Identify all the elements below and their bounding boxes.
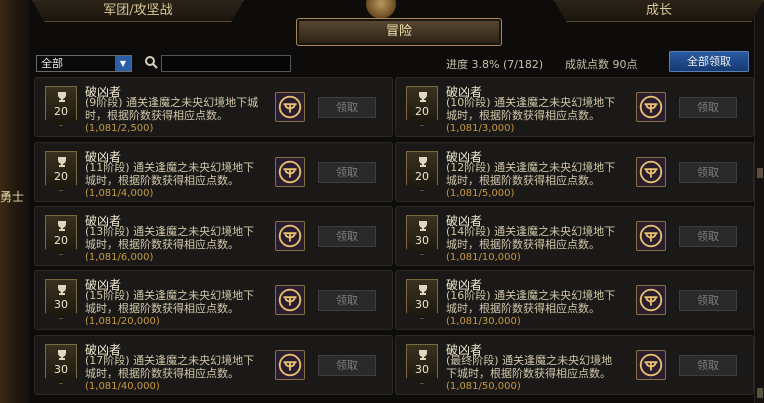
claim-button[interactable]: 领取: [318, 162, 376, 183]
points-value: 30: [415, 298, 429, 311]
search-input[interactable]: [161, 55, 291, 72]
achievement-card: 20 破凶者 (12阶段) 通关逢魔之未央幻境地下城时，根据阶数获得相应点数。 …: [395, 142, 754, 202]
reward-icon[interactable]: [275, 92, 305, 122]
reward-icon[interactable]: [275, 350, 305, 380]
claim-button[interactable]: 领取: [318, 97, 376, 118]
points-value: 20: [415, 105, 429, 118]
trophy-icon: [58, 350, 66, 360]
claim-button[interactable]: 领取: [679, 97, 737, 118]
achievement-card: 20 破凶者 (9阶段) 通关逢魔之未央幻境地下城时，根据阶数获得相应点数。 (…: [34, 77, 393, 137]
search-icon[interactable]: [144, 55, 158, 71]
claim-button[interactable]: 领取: [679, 162, 737, 183]
claim-all-button[interactable]: 全部领取: [669, 51, 749, 72]
scroll-marker: [757, 168, 763, 178]
claim-button[interactable]: 领取: [679, 290, 737, 311]
trophy-icon: [419, 285, 427, 295]
filter-value: 全部: [41, 57, 63, 70]
achievement-card: 20 破凶者 (11阶段) 通关逢魔之未央幻境地下城时，根据阶数获得相应点数。 …: [34, 142, 393, 202]
trophy-icon: [58, 92, 66, 102]
points-badge: 20: [45, 215, 77, 255]
trophy-icon: [419, 157, 427, 167]
achievement-card: 30 破凶者 (最终阶段) 通关逢魔之未央幻境地下城时，根据阶数获得相应点数。 …: [395, 335, 754, 395]
reward-icon[interactable]: [636, 157, 666, 187]
trophy-icon: [58, 157, 66, 167]
points-value: 30: [415, 234, 429, 247]
achievement-description: (11阶段) 通关逢魔之未央幻境地下城时，根据阶数获得相应点数。: [85, 161, 255, 187]
achievement-card: 30 破凶者 (14阶段) 通关逢魔之未央幻境地下城时，根据阶数获得相应点数。 …: [395, 206, 754, 266]
reward-icon[interactable]: [275, 157, 305, 187]
achievement-card: 20 破凶者 (13阶段) 通关逢魔之未央幻境地下城时，根据阶数获得相应点数。 …: [34, 206, 393, 266]
achievement-progress: (1,081/3,000): [446, 123, 515, 134]
points-value: 30: [415, 363, 429, 376]
emblem-icon: [366, 0, 396, 18]
trophy-icon: [58, 221, 66, 231]
points-badge: 30: [406, 279, 438, 319]
achievement-progress: (1,081/40,000): [85, 381, 160, 392]
points-badge: 20: [45, 86, 77, 126]
achievement-card: 30 破凶者 (17阶段) 通关逢魔之未央幻境地下城时，根据阶数获得相应点数。 …: [34, 335, 393, 395]
achievement-card: 30 破凶者 (15阶段) 通关逢魔之未央幻境地下城时，根据阶数获得相应点数。 …: [34, 270, 393, 330]
points-badge: 30: [45, 344, 77, 384]
tab-legion[interactable]: 军团/攻坚战: [32, 0, 244, 22]
points-value: 30: [54, 298, 68, 311]
achievement-card: 30 破凶者 (16阶段) 通关逢魔之未央幻境地下城时，根据阶数获得相应点数。 …: [395, 270, 754, 330]
points-value: 20: [54, 105, 68, 118]
claim-button[interactable]: 领取: [679, 226, 737, 247]
achievement-description: (10阶段) 通关逢魔之未央幻境地下城时，根据阶数获得相应点数。: [446, 96, 616, 122]
achievement-progress: (1,081/5,000): [446, 188, 515, 199]
points-badge: 30: [406, 215, 438, 255]
achievement-progress: (1,081/50,000): [446, 381, 521, 392]
achievement-description: (9阶段) 通关逢魔之未央幻境地下城时，根据阶数获得相应点数。: [85, 96, 259, 122]
progress-text: 进度 3.8% (7/182): [446, 58, 544, 71]
side-text: 勇士: [0, 190, 25, 204]
filter-select[interactable]: 全部 ▼: [36, 55, 132, 72]
trophy-icon: [419, 221, 427, 231]
points-badge: 30: [45, 279, 77, 319]
reward-icon[interactable]: [636, 285, 666, 315]
trophy-icon: [419, 350, 427, 360]
reward-icon[interactable]: [636, 221, 666, 251]
reward-icon[interactable]: [275, 285, 305, 315]
points-badge: 20: [406, 151, 438, 191]
claim-button[interactable]: 领取: [318, 226, 376, 247]
achievement-description: (14阶段) 通关逢魔之未央幻境地下城时，根据阶数获得相应点数。: [446, 225, 616, 251]
chevron-down-icon[interactable]: ▼: [115, 56, 131, 71]
claim-button[interactable]: 领取: [318, 355, 376, 376]
achievement-points: 成就点数 90点: [565, 58, 638, 71]
trophy-icon: [419, 92, 427, 102]
points-value: 20: [54, 170, 68, 183]
achievement-description: (16阶段) 通关逢魔之未央幻境地下城时，根据阶数获得相应点数。: [446, 289, 616, 315]
claim-button[interactable]: 领取: [679, 355, 737, 376]
background-left-edge: 勇士: [0, 0, 30, 403]
achievement-description: (最终阶段) 通关逢魔之未央幻境地下城时，根据阶数获得相应点数。: [446, 354, 613, 380]
scroll-marker: [757, 388, 763, 398]
points-value: 20: [415, 170, 429, 183]
tab-adventure[interactable]: 冒险: [296, 18, 502, 46]
achievement-description: (12阶段) 通关逢魔之未央幻境地下城时，根据阶数获得相应点数。: [446, 161, 616, 187]
achievement-description: (15阶段) 通关逢魔之未央幻境地下城时，根据阶数获得相应点数。: [85, 289, 255, 315]
claim-button[interactable]: 领取: [318, 290, 376, 311]
points-badge: 20: [406, 86, 438, 126]
reward-icon[interactable]: [636, 350, 666, 380]
reward-icon[interactable]: [275, 221, 305, 251]
points-badge: 30: [406, 344, 438, 384]
achievement-description: (17阶段) 通关逢魔之未央幻境地下城时，根据阶数获得相应点数。: [85, 354, 255, 380]
achievement-progress: (1,081/6,000): [85, 252, 154, 263]
tab-growth[interactable]: 成长: [554, 0, 764, 22]
achievement-description: (13阶段) 通关逢魔之未央幻境地下城时，根据阶数获得相应点数。: [85, 225, 255, 251]
scrollbar[interactable]: [754, 0, 764, 403]
points-value: 30: [54, 363, 68, 376]
achievement-progress: (1,081/4,000): [85, 188, 154, 199]
points-badge: 20: [45, 151, 77, 191]
achievement-progress: (1,081/20,000): [85, 316, 160, 327]
points-value: 20: [54, 234, 68, 247]
achievement-progress: (1,081/10,000): [446, 252, 521, 263]
trophy-icon: [58, 285, 66, 295]
reward-icon[interactable]: [636, 92, 666, 122]
achievement-progress: (1,081/2,500): [85, 123, 154, 134]
achievement-progress: (1,081/30,000): [446, 316, 521, 327]
achievement-card: 20 破凶者 (10阶段) 通关逢魔之未央幻境地下城时，根据阶数获得相应点数。 …: [395, 77, 754, 137]
